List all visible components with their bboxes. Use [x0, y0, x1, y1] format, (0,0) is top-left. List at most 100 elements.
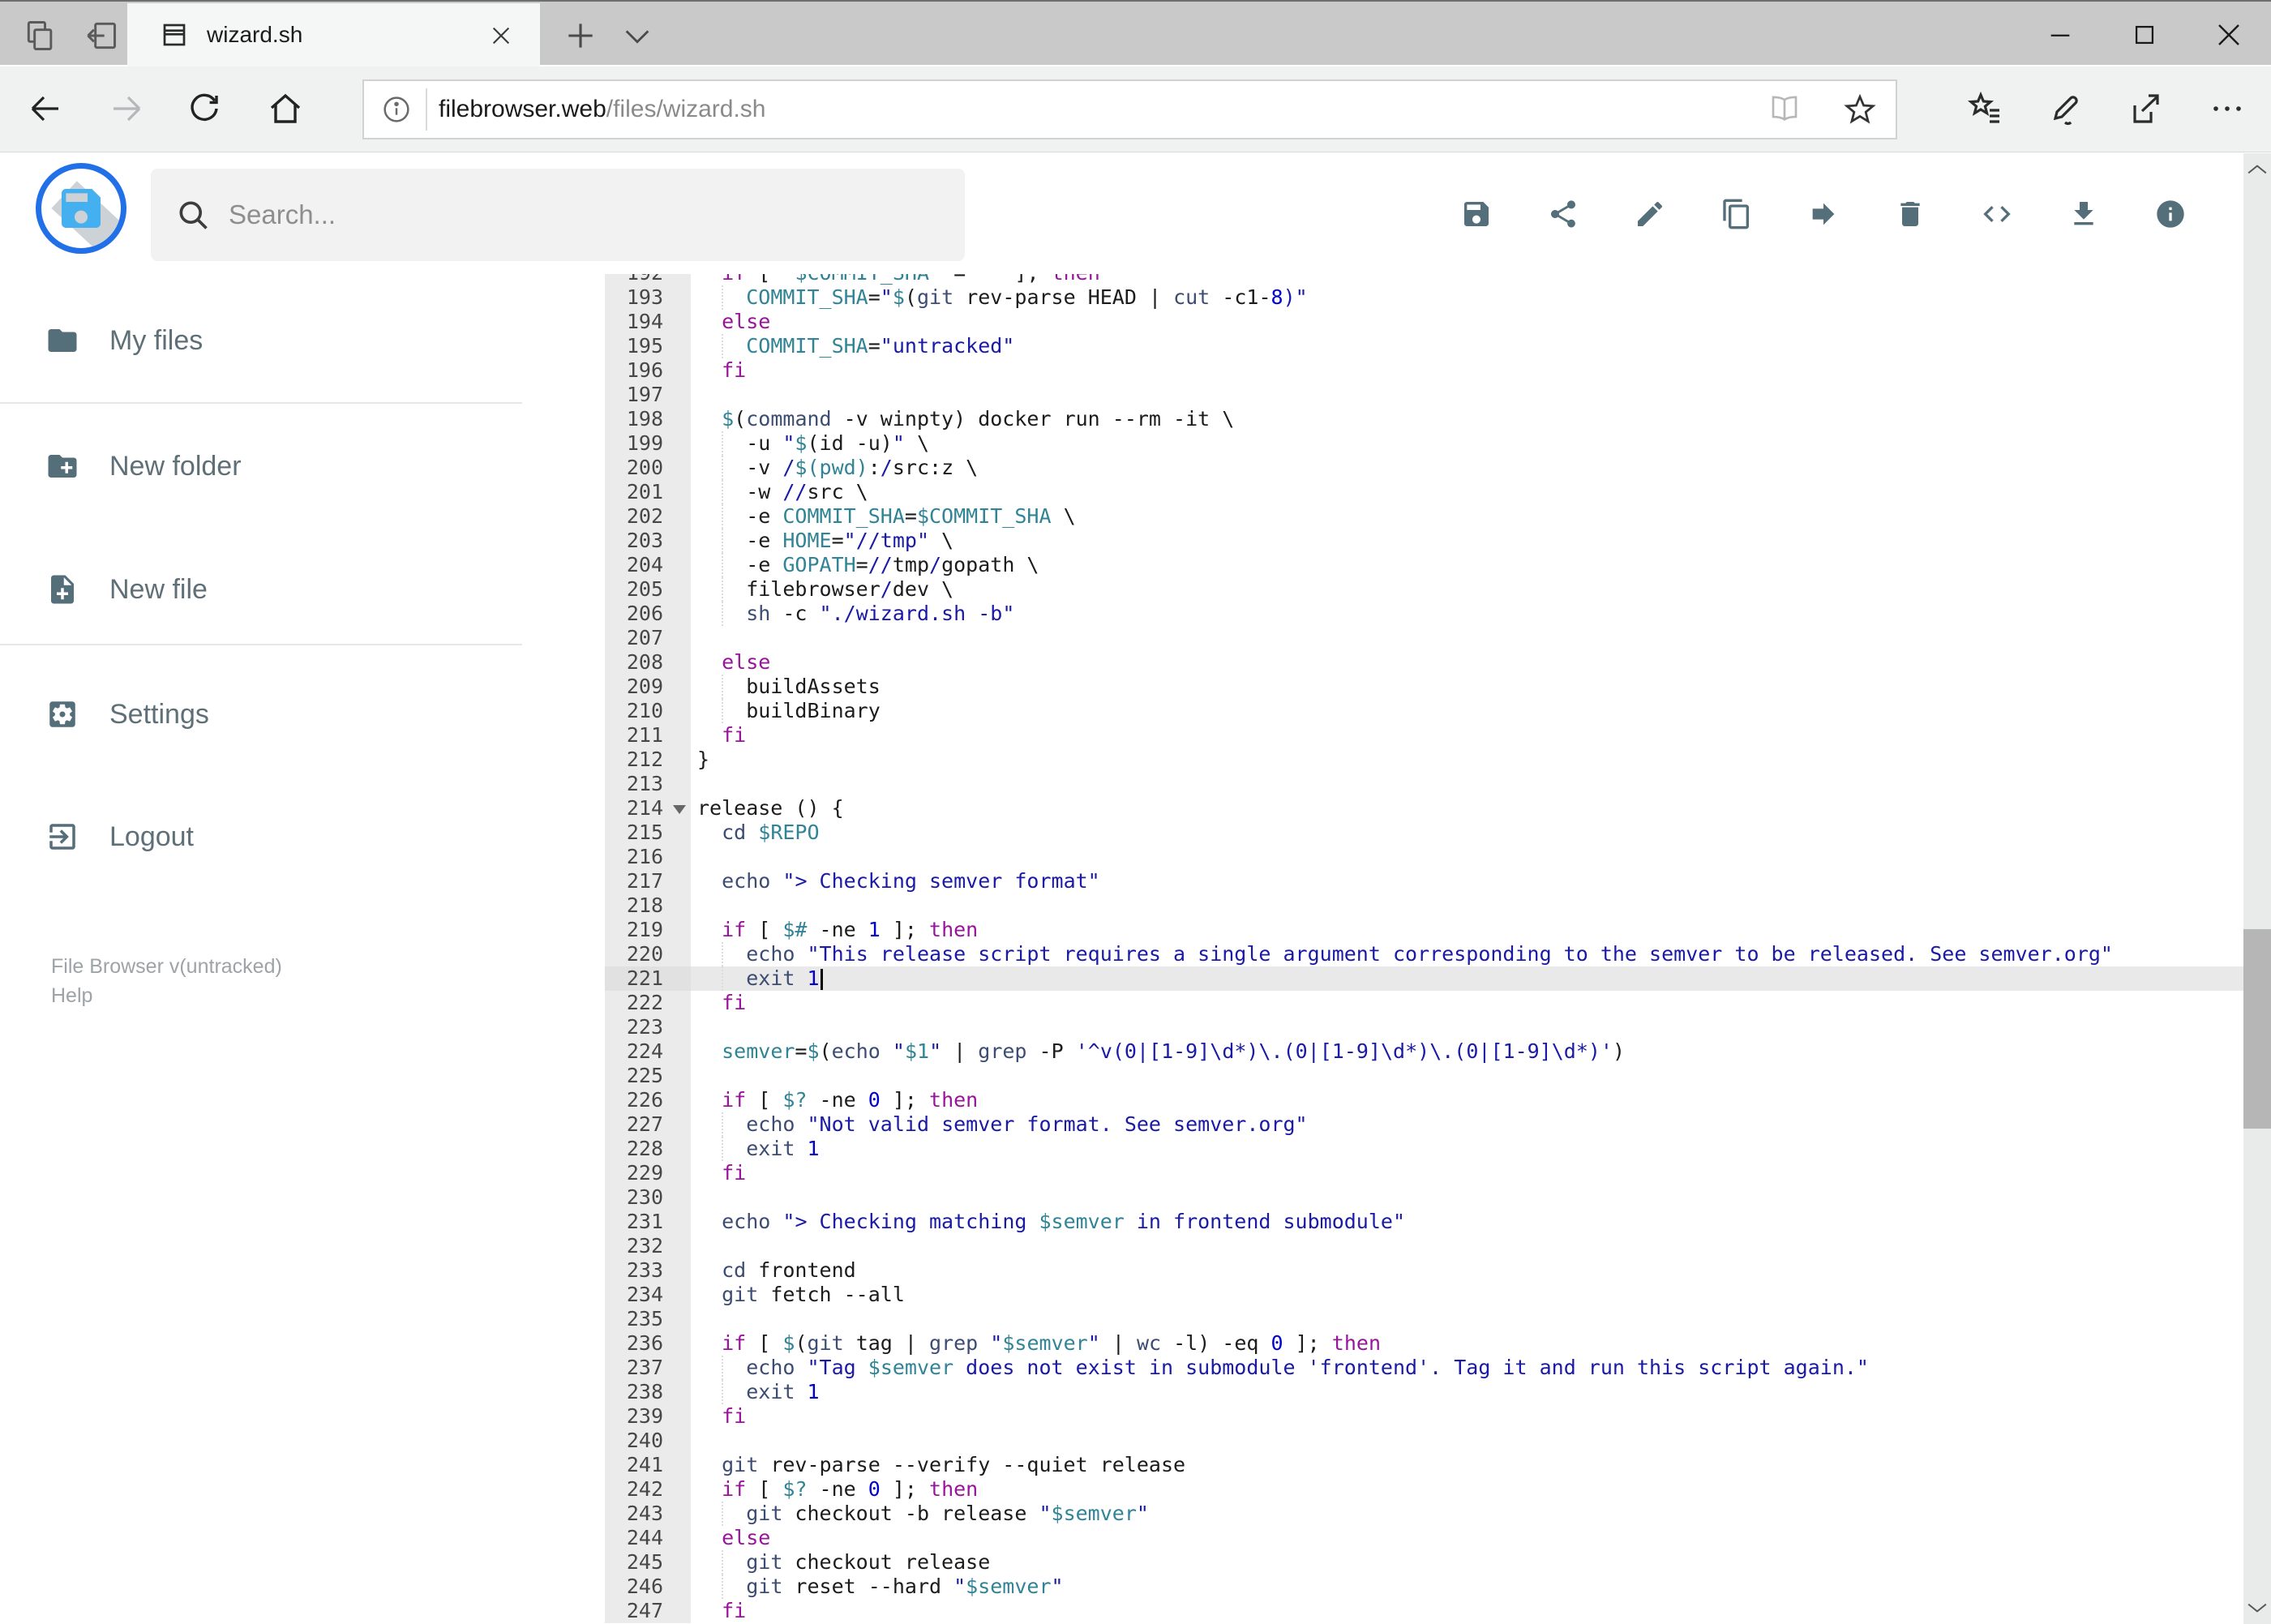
code-line-219[interactable]: 219 if [ $# -ne 1 ]; then — [605, 918, 2243, 942]
code-text[interactable] — [691, 1234, 2243, 1258]
code-text[interactable]: else — [691, 650, 2243, 675]
code-text[interactable]: git checkout release — [691, 1550, 2243, 1575]
line-number[interactable]: 245 — [605, 1550, 691, 1575]
code-editor[interactable]: 192 if [ "$COMMIT_SHA" = "" ]; then193 C… — [605, 274, 2243, 1624]
code-text[interactable] — [691, 893, 2243, 918]
code-line-201[interactable]: 201 -w //src \ — [605, 480, 2243, 504]
line-number[interactable]: 226 — [605, 1088, 691, 1112]
code-line-227[interactable]: 227 echo "Not valid semver format. See s… — [605, 1112, 2243, 1137]
line-number[interactable]: 229 — [605, 1161, 691, 1185]
tab-preview-icon[interactable] — [84, 18, 119, 54]
line-number[interactable]: 200 — [605, 456, 691, 480]
code-line-217[interactable]: 217 echo "> Checking semver format" — [605, 869, 2243, 893]
code-line-216[interactable]: 216 — [605, 845, 2243, 869]
filebrowser-logo[interactable] — [36, 163, 126, 254]
code-text[interactable]: if [ "$COMMIT_SHA" = "" ]; then — [691, 274, 2243, 285]
sidebar-item-logout[interactable]: Logout — [0, 800, 522, 873]
url-bar[interactable]: filebrowser.web/files/wizard.sh — [362, 79, 1897, 139]
info-icon[interactable] — [380, 93, 413, 126]
code-text[interactable]: } — [691, 748, 2243, 772]
line-number[interactable]: 216 — [605, 845, 691, 869]
code-line-203[interactable]: 203 -e HOME="//tmp" \ — [605, 529, 2243, 553]
scroll-up-icon[interactable] — [2243, 153, 2271, 186]
code-line-239[interactable]: 239 fi — [605, 1404, 2243, 1429]
move-icon[interactable] — [1807, 198, 1840, 230]
code-line-231[interactable]: 231 echo "> Checking matching $semver in… — [605, 1210, 2243, 1234]
line-number[interactable]: 232 — [605, 1234, 691, 1258]
code-line-238[interactable]: 238 exit 1 — [605, 1380, 2243, 1404]
save-icon[interactable] — [1460, 198, 1493, 230]
line-number[interactable]: 214 — [605, 796, 691, 821]
set-tabs-aside-icon[interactable] — [23, 18, 58, 54]
line-number[interactable]: 231 — [605, 1210, 691, 1234]
line-number[interactable]: 194 — [605, 310, 691, 334]
line-number[interactable]: 199 — [605, 431, 691, 456]
code-text[interactable]: exit 1 — [691, 1380, 2243, 1404]
page-scrollbar[interactable] — [2243, 153, 2271, 1624]
more-icon[interactable] — [2196, 78, 2258, 139]
code-text[interactable]: fi — [691, 723, 2243, 748]
code-line-212[interactable]: 212} — [605, 748, 2243, 772]
reading-view-icon[interactable] — [1768, 92, 1802, 126]
code-line-237[interactable]: 237 echo "Tag $semver does not exist in … — [605, 1356, 2243, 1380]
code-text[interactable] — [691, 1015, 2243, 1039]
code-line-243[interactable]: 243 git checkout -b release "$semver" — [605, 1502, 2243, 1526]
line-number[interactable]: 242 — [605, 1477, 691, 1502]
tab-dropdown-icon[interactable] — [621, 24, 657, 60]
line-number[interactable]: 193 — [605, 285, 691, 310]
code-text[interactable]: COMMIT_SHA="$(git rev-parse HEAD | cut -… — [691, 285, 2243, 310]
delete-icon[interactable] — [1894, 198, 1926, 230]
code-text[interactable] — [691, 845, 2243, 869]
share-icon[interactable] — [1547, 198, 1579, 230]
browser-tab[interactable]: wizard.sh — [127, 3, 540, 66]
annotate-icon[interactable] — [2034, 78, 2096, 139]
line-number[interactable]: 220 — [605, 942, 691, 966]
code-text[interactable]: echo "> Checking semver format" — [691, 869, 2243, 893]
code-line-222[interactable]: 222 fi — [605, 991, 2243, 1015]
code-line-220[interactable]: 220 echo "This release script requires a… — [605, 942, 2243, 966]
line-number[interactable]: 205 — [605, 577, 691, 602]
code-line-224[interactable]: 224 semver=$(echo "$1" | grep -P '^v(0|[… — [605, 1039, 2243, 1064]
line-number[interactable]: 247 — [605, 1599, 691, 1623]
code-line-223[interactable]: 223 — [605, 1015, 2243, 1039]
code-text[interactable]: buildBinary — [691, 699, 2243, 723]
line-number[interactable]: 207 — [605, 626, 691, 650]
code-text[interactable]: echo "This release script requires a sin… — [691, 942, 2243, 966]
line-number[interactable]: 203 — [605, 529, 691, 553]
forward-icon[interactable] — [96, 78, 157, 139]
hub-icon[interactable] — [1955, 78, 2016, 139]
back-icon[interactable] — [15, 78, 76, 139]
code-text[interactable]: if [ $? -ne 0 ]; then — [691, 1088, 2243, 1112]
line-number[interactable]: 228 — [605, 1137, 691, 1161]
code-text[interactable]: git checkout -b release "$semver" — [691, 1502, 2243, 1526]
favorite-star-icon[interactable] — [1842, 92, 1878, 127]
line-number[interactable]: 243 — [605, 1502, 691, 1526]
share-icon[interactable] — [2115, 78, 2177, 139]
line-number[interactable]: 244 — [605, 1526, 691, 1550]
close-icon[interactable] — [2187, 3, 2271, 66]
line-number[interactable]: 240 — [605, 1429, 691, 1453]
code-text[interactable]: echo "Tag $semver does not exist in subm… — [691, 1356, 2243, 1380]
code-text[interactable]: COMMIT_SHA="untracked" — [691, 334, 2243, 358]
code-text[interactable]: -u "$(id -u)" \ — [691, 431, 2243, 456]
line-number[interactable]: 225 — [605, 1064, 691, 1088]
code-text[interactable]: echo "> Checking matching $semver in fro… — [691, 1210, 2243, 1234]
code-text[interactable]: -w //src \ — [691, 480, 2243, 504]
code-text[interactable]: cd $REPO — [691, 821, 2243, 845]
code-line-211[interactable]: 211 fi — [605, 723, 2243, 748]
code-line-229[interactable]: 229 fi — [605, 1161, 2243, 1185]
code-line-198[interactable]: 198 $(command -v winpty) docker run --rm… — [605, 407, 2243, 431]
code-text[interactable]: if [ $? -ne 0 ]; then — [691, 1477, 2243, 1502]
sidebar-item-new-file[interactable]: New file — [0, 553, 522, 626]
line-number[interactable]: 227 — [605, 1112, 691, 1137]
new-tab-icon[interactable] — [563, 18, 598, 54]
code-line-194[interactable]: 194 else — [605, 310, 2243, 334]
code-line-244[interactable]: 244 else — [605, 1526, 2243, 1550]
code-line-207[interactable]: 207 — [605, 626, 2243, 650]
line-number[interactable]: 238 — [605, 1380, 691, 1404]
line-number[interactable]: 221 — [605, 966, 691, 991]
code-text[interactable] — [691, 1429, 2243, 1453]
code-text[interactable]: exit 1 — [691, 966, 2243, 991]
line-number[interactable]: 234 — [605, 1283, 691, 1307]
close-tab-icon[interactable] — [488, 23, 514, 49]
